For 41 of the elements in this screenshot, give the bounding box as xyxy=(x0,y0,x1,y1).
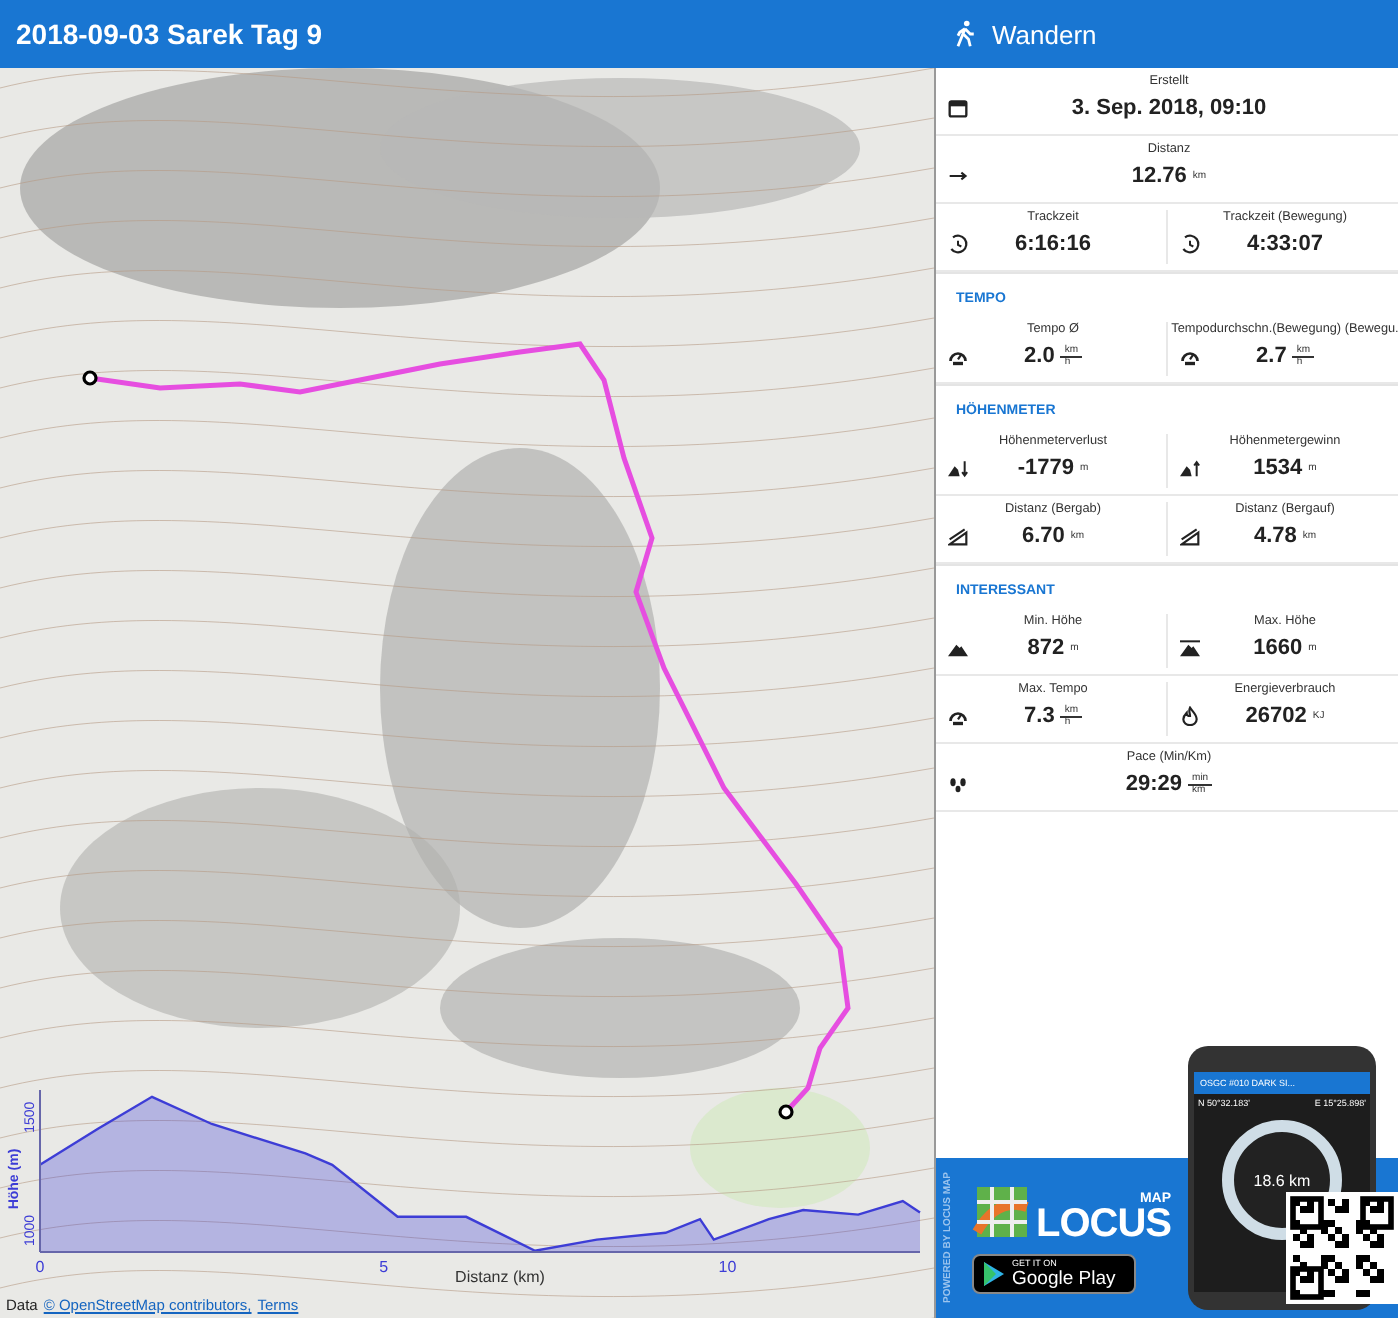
stat-value: 2.7 xyxy=(1256,344,1287,368)
mountain-peak-icon xyxy=(1180,638,1200,658)
gauge-icon xyxy=(948,706,968,726)
ascent-icon xyxy=(1180,458,1200,478)
stat-value: 12.76 xyxy=(1131,164,1187,188)
gauge-icon xyxy=(948,346,968,366)
window-title: 2018-09-03 Sarek Tag 9 xyxy=(14,18,325,50)
play-triangle-icon xyxy=(984,1262,1004,1286)
x-tick-label: 10 xyxy=(718,1258,737,1276)
calendar-icon xyxy=(948,98,968,118)
arrow-icon xyxy=(948,166,968,186)
stat-value: 4.78 xyxy=(1253,524,1297,548)
activity-title: Wandern xyxy=(992,19,1097,49)
stat-value: 6.70 xyxy=(1021,524,1065,548)
map-logo-icon xyxy=(972,1182,1032,1242)
stat-value: 2.0 xyxy=(1024,344,1055,368)
stat-value: 1534 xyxy=(1253,456,1303,480)
walker-icon xyxy=(954,20,976,48)
slope-icon xyxy=(1180,526,1200,546)
clock-icon xyxy=(948,234,968,254)
x-tick-label: 5 xyxy=(379,1258,389,1276)
footprints-icon xyxy=(948,774,968,794)
distance-readout: 18.6 km xyxy=(1253,1171,1311,1189)
logo-text: LOCUS xyxy=(1036,1206,1171,1242)
stat-value: 872 xyxy=(1027,636,1065,660)
stat-value: 7.3 xyxy=(1024,704,1055,728)
stat-value: -1779 xyxy=(1017,456,1074,480)
stat-value: 29:29 xyxy=(1125,772,1183,796)
slope-icon xyxy=(948,526,968,546)
clock-icon xyxy=(1180,234,1200,254)
x-tick-label: 0 xyxy=(35,1258,45,1276)
stat-value: 26702 xyxy=(1245,704,1307,728)
stat-value: 4:33:07 xyxy=(1247,232,1323,256)
map-drawing[interactable] xyxy=(0,68,934,1318)
gauge-icon xyxy=(1180,346,1200,366)
stat-value: 6:16:16 xyxy=(1015,232,1091,256)
flame-icon xyxy=(1180,706,1200,726)
descent-icon xyxy=(948,458,968,478)
stat-value: 1660 xyxy=(1253,636,1303,660)
x-axis-title: Distanz (km) xyxy=(455,1268,545,1286)
stat-value: 3. Sep. 2018, 09:10 xyxy=(1071,96,1267,120)
